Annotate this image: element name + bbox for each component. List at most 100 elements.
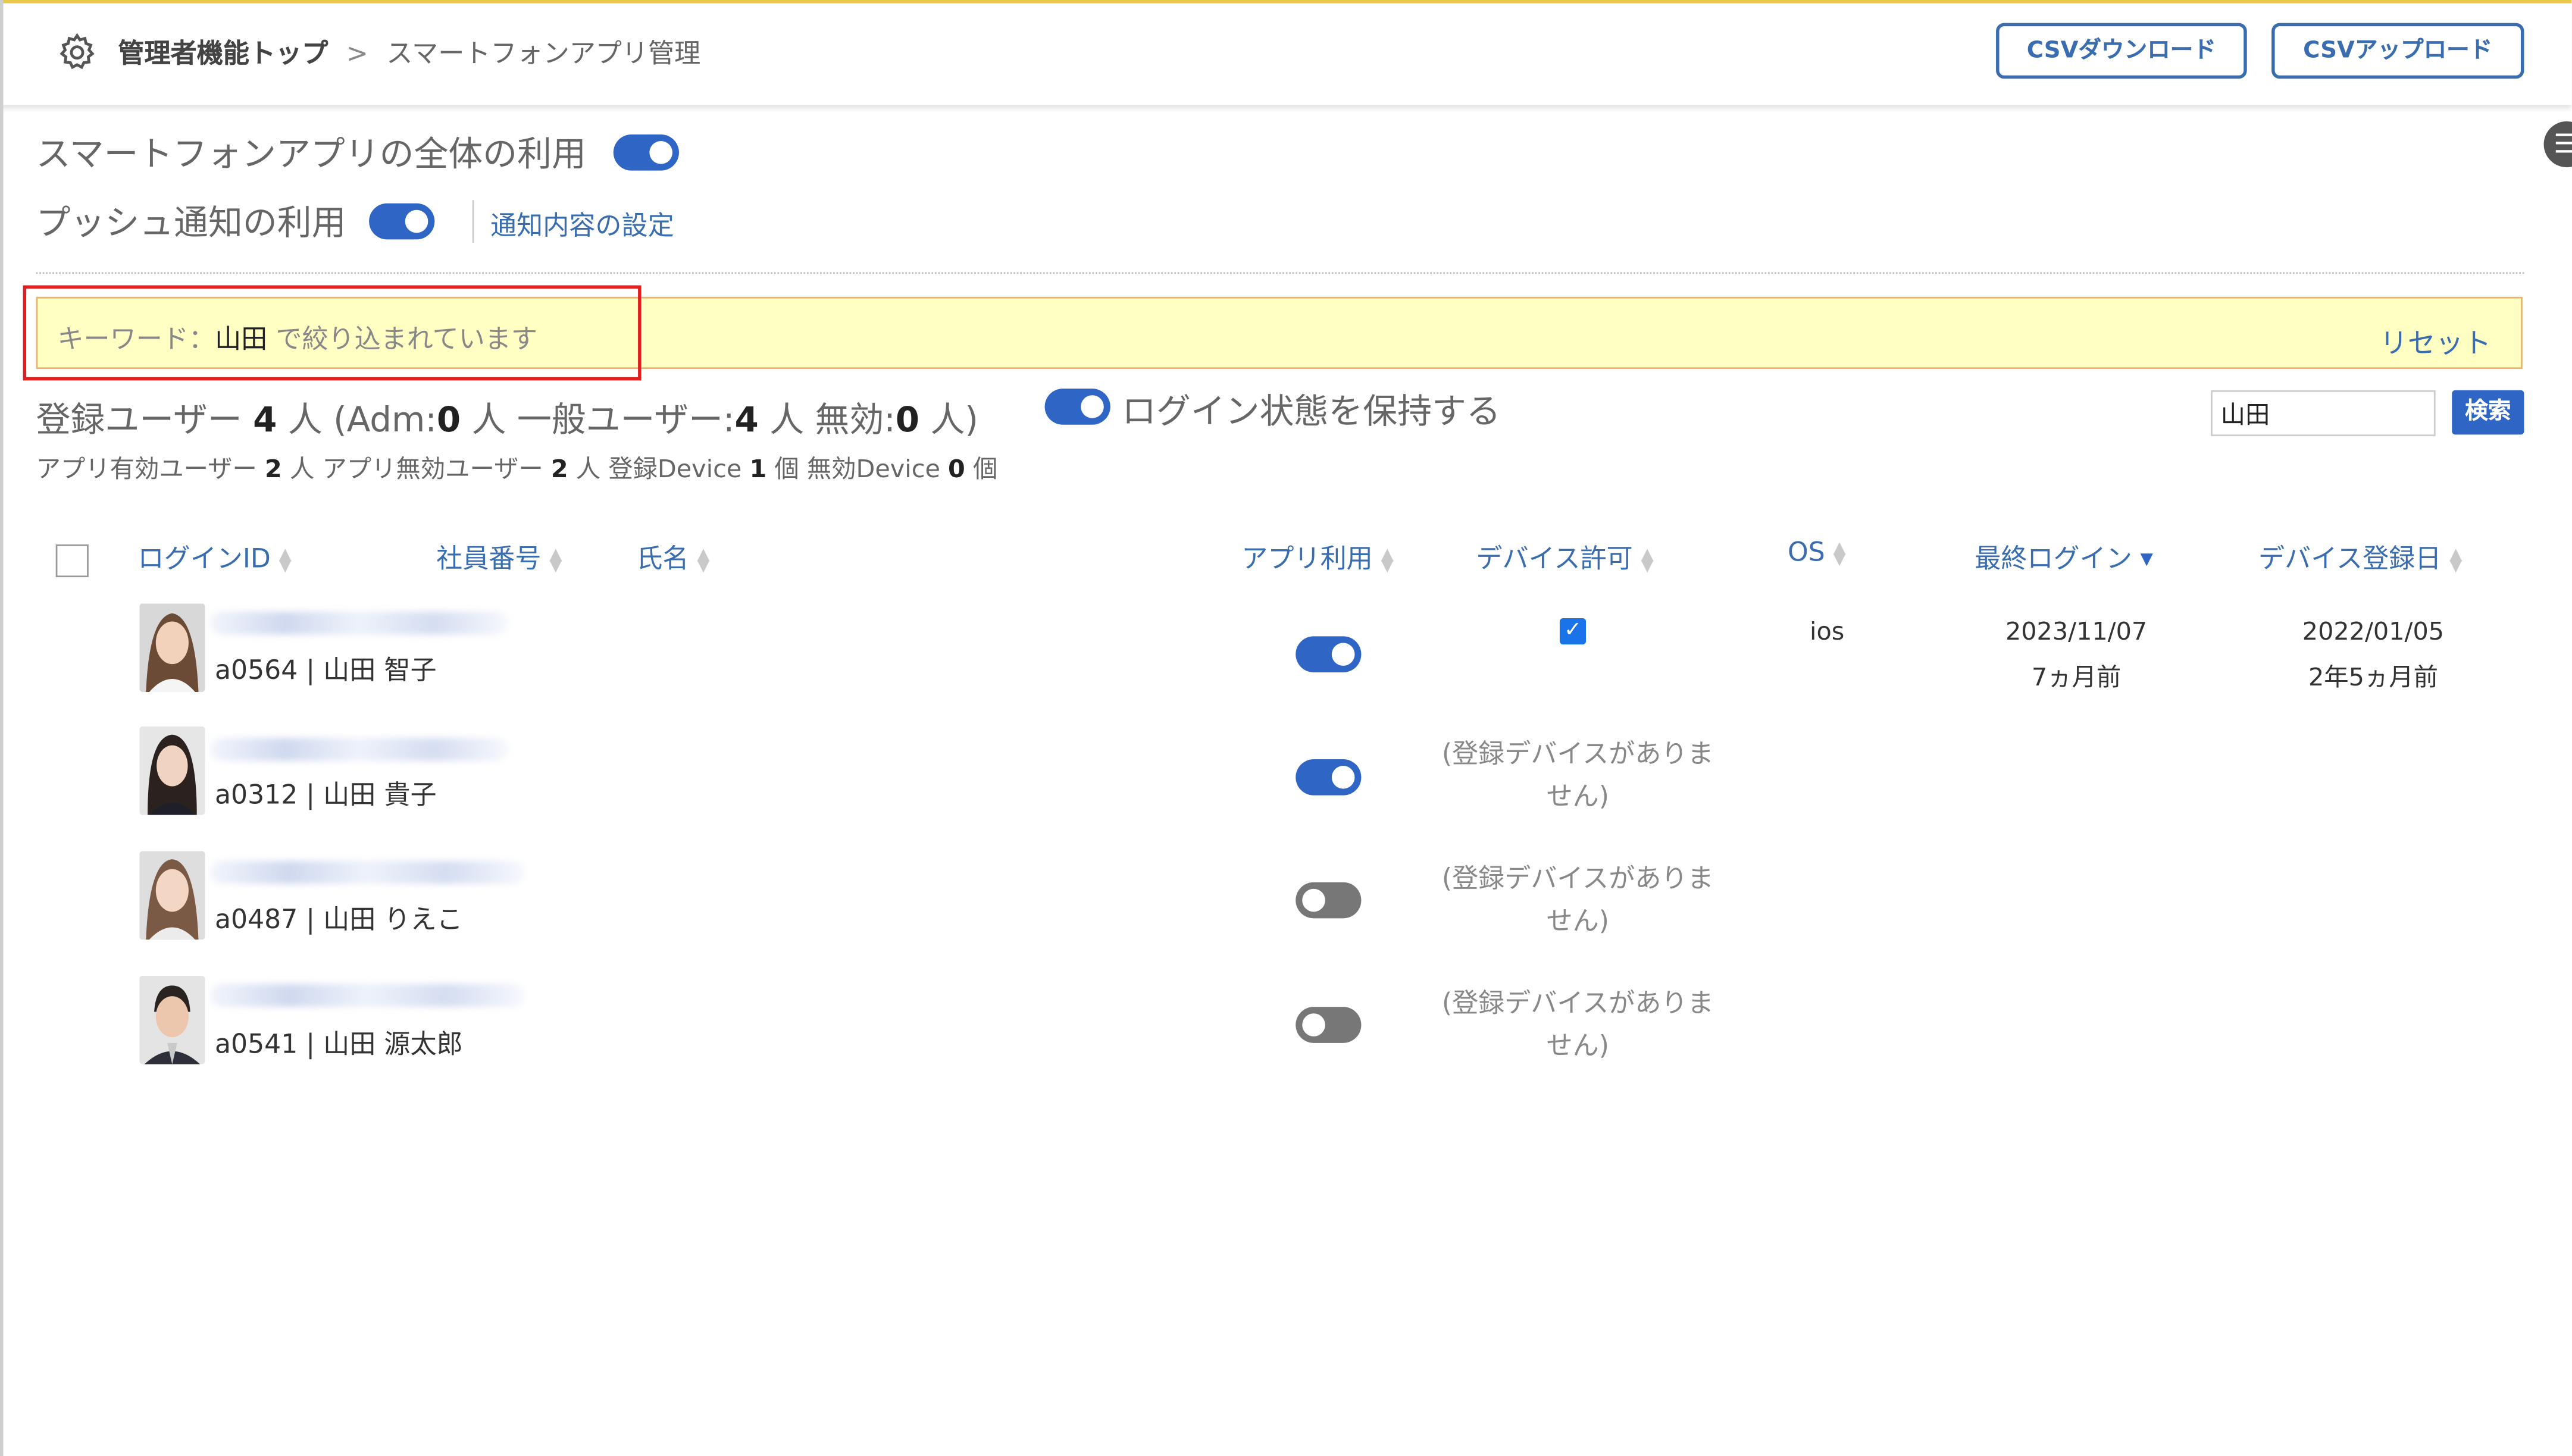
app-disabled-count: 2 xyxy=(550,454,568,484)
app-overall-toggle[interactable] xyxy=(613,134,679,171)
select-all-checkbox[interactable] xyxy=(55,544,89,578)
no-device-line2: せん) xyxy=(1546,1029,1609,1062)
col-label: 社員番号 xyxy=(436,543,542,574)
notify-settings-link[interactable]: 通知内容の設定 xyxy=(490,203,674,243)
col-label: デバイス登録日 xyxy=(2258,543,2442,574)
no-device-line2: せん) xyxy=(1546,780,1609,812)
col-label: 氏名 xyxy=(636,543,689,574)
breadcrumb-current: スマートフォンアプリ管理 xyxy=(386,37,701,69)
col-last-login[interactable]: 最終ログイン ▼ xyxy=(1975,536,2153,575)
stats-text: アプリ有効ユーザー xyxy=(36,454,265,484)
sort-icon: ▲ ▼ xyxy=(279,545,292,575)
stats-text: 人 一般ユーザー: xyxy=(461,400,735,440)
stats-text: 人 無効: xyxy=(758,400,896,440)
gear-icon[interactable] xyxy=(56,31,99,74)
left-border xyxy=(0,0,4,1456)
sort-desc-icon: ▼ xyxy=(2140,551,2153,569)
keep-login-toggle[interactable] xyxy=(1044,389,1110,425)
last-login-relative: 7ヵ月前 xyxy=(2031,662,2122,693)
app-use-toggle[interactable] xyxy=(1296,759,1362,796)
registered-count: 4 xyxy=(253,400,277,440)
highlight-box xyxy=(23,285,642,381)
device-registered-relative: 2年5ヵ月前 xyxy=(2308,662,2438,693)
col-device-permit[interactable]: デバイス許可 ▲ ▼ xyxy=(1476,536,1653,575)
user-name[interactable]: a0487 | 山田 りえこ xyxy=(215,897,463,937)
login-id-blurred xyxy=(209,984,525,1007)
breadcrumb-root[interactable]: 管理者機能トップ xyxy=(118,37,328,68)
app-use-toggle[interactable] xyxy=(1296,636,1362,672)
stats-text: 人 (Adm: xyxy=(277,400,437,440)
no-device-text: (登録デバイスがありま せん) xyxy=(1414,733,1742,818)
general-count: 4 xyxy=(734,400,759,440)
device-count: 1 xyxy=(749,454,767,484)
col-employee-no[interactable]: 社員番号 ▲ ▼ xyxy=(436,536,562,575)
login-id-blurred xyxy=(209,860,525,884)
csv-download-button[interactable]: CSVダウンロード xyxy=(1996,23,2247,79)
toggle-knob xyxy=(1331,766,1355,789)
stats-text: 個 無効Device xyxy=(766,454,949,484)
user-stats: 登録ユーザー 4 人 (Adm:0 人 一般ユーザー:4 人 無効:0 人) xyxy=(36,393,978,443)
toggle-knob xyxy=(649,141,672,164)
col-login-id[interactable]: ログインID ▲ ▼ xyxy=(138,536,292,575)
avatar xyxy=(139,726,205,815)
avatar xyxy=(139,603,205,693)
avatar xyxy=(139,975,205,1064)
toggle-knob xyxy=(1081,395,1104,418)
stats-text: 登録ユーザー xyxy=(36,400,254,440)
no-device-line1: (登録デバイスがありま xyxy=(1441,738,1714,769)
stats-text: 人 登録Device xyxy=(568,454,750,484)
push-toggle[interactable] xyxy=(369,203,435,240)
no-device-text: (登録デバイスがありま せん) xyxy=(1414,982,1742,1067)
col-label: デバイス許可 xyxy=(1476,543,1633,574)
no-device-line1: (登録デバイスがありま xyxy=(1441,987,1714,1019)
toggle-knob xyxy=(1331,643,1355,666)
device-registered-date: 2022/01/05 xyxy=(2302,616,2445,646)
col-label: ログインID xyxy=(137,543,271,574)
menu-icon[interactable]: ☰ xyxy=(2543,121,2572,168)
col-name[interactable]: 氏名 ▲ ▼ xyxy=(636,536,709,575)
toggle-knob xyxy=(1302,1013,1325,1037)
os-value: ios xyxy=(1809,616,1845,646)
reset-link[interactable]: リセット xyxy=(2380,320,2491,361)
app-enabled-count: 2 xyxy=(265,454,282,484)
sort-icon: ▲ ▼ xyxy=(697,545,710,575)
csv-upload-button[interactable]: CSVアップロード xyxy=(2271,23,2524,79)
user-name[interactable]: a0564 | 山田 智子 xyxy=(215,648,437,687)
breadcrumb-separator: > xyxy=(346,37,368,69)
user-name[interactable]: a0541 | 山田 源太郎 xyxy=(215,1022,463,1061)
login-id-blurred xyxy=(209,611,509,635)
section-divider xyxy=(36,272,2524,274)
toggle-knob xyxy=(405,209,428,233)
adm-count: 0 xyxy=(436,400,461,440)
sort-icon: ▲ ▼ xyxy=(1833,538,1846,568)
app-use-toggle[interactable] xyxy=(1296,1007,1362,1043)
last-login-date: 2023/11/07 xyxy=(2005,616,2148,646)
sort-icon: ▲ ▼ xyxy=(2449,545,2463,575)
app-use-toggle[interactable] xyxy=(1296,882,1362,919)
separator xyxy=(472,200,474,243)
keep-login-label: ログイン状態を保持する xyxy=(1122,392,1501,431)
invalid-count: 0 xyxy=(895,400,920,440)
app-overall-label: スマートフォンアプリの全体の利用 xyxy=(36,134,586,174)
col-label: OS xyxy=(1788,536,1825,568)
stats-text: 人 アプリ無効ユーザー xyxy=(281,454,551,484)
col-device-registered[interactable]: デバイス登録日 ▲ ▼ xyxy=(2258,536,2462,575)
toggle-knob xyxy=(1302,888,1325,912)
col-label: アプリ利用 xyxy=(1241,543,1373,574)
login-id-blurred xyxy=(209,738,509,761)
breadcrumb: 管理者機能トップ > スマートフォンアプリ管理 xyxy=(118,31,700,70)
search-button[interactable]: 検索 xyxy=(2452,390,2524,435)
avatar xyxy=(139,851,205,940)
col-label: 最終ログイン xyxy=(1975,543,2132,574)
search-input[interactable] xyxy=(2211,390,2436,437)
stats-text: 個 xyxy=(965,454,998,484)
user-name[interactable]: a0312 | 山田 貴子 xyxy=(215,772,437,812)
col-os[interactable]: OS ▲ ▼ xyxy=(1788,536,1846,567)
invalid-device-count: 0 xyxy=(948,454,965,484)
sort-icon: ▲ ▼ xyxy=(549,545,562,575)
stats-text: 人) xyxy=(919,400,978,440)
sort-icon: ▲ ▼ xyxy=(1381,545,1394,575)
app-stats: アプリ有効ユーザー 2 人 アプリ無効ユーザー 2 人 登録Device 1 個… xyxy=(36,451,998,486)
device-permit-checkbox[interactable]: ✓ xyxy=(1559,618,1587,645)
col-app-use[interactable]: アプリ利用 ▲ ▼ xyxy=(1241,536,1394,575)
